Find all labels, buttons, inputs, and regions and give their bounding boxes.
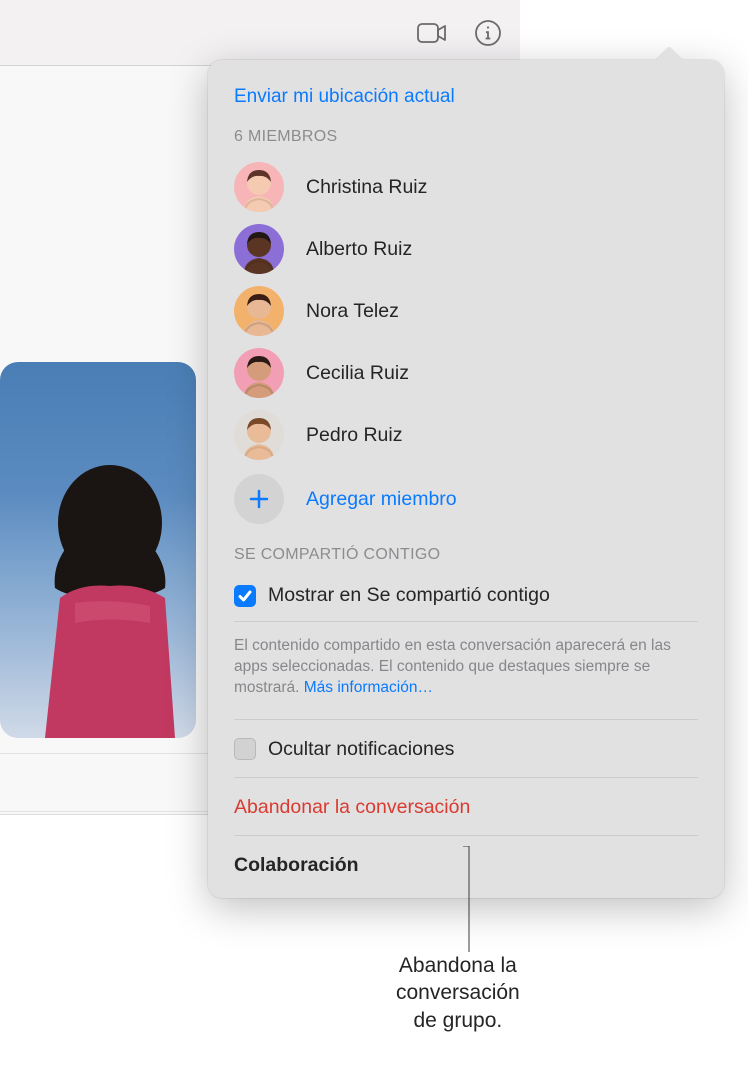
members-header: 6 MIEMBROS xyxy=(234,128,698,156)
add-member-button[interactable]: Agregar miembro xyxy=(234,466,698,538)
share-location-link[interactable]: Enviar mi ubicación actual xyxy=(234,78,698,128)
chat-toolbar xyxy=(0,0,520,66)
avatar xyxy=(234,410,284,460)
member-row[interactable]: Nora Telez xyxy=(234,280,698,342)
member-name: Cecilia Ruiz xyxy=(306,362,409,385)
callout-text: Abandona laconversaciónde grupo. xyxy=(396,954,520,1032)
member-row[interactable]: Cecilia Ruiz xyxy=(234,342,698,404)
show-in-shared-row[interactable]: Mostrar en Se compartió contigo xyxy=(234,574,698,622)
shared-description: El contenido compartido en esta conversa… xyxy=(234,622,698,719)
info-icon[interactable] xyxy=(472,17,504,49)
show-in-shared-checkbox[interactable] xyxy=(234,585,256,607)
collaboration-row[interactable]: Colaboración xyxy=(234,836,698,895)
add-member-label: Agregar miembro xyxy=(306,488,457,511)
leave-conversation-button[interactable]: Abandonar la conversación xyxy=(234,796,470,818)
shared-desc-text: El contenido compartido en esta conversa… xyxy=(234,637,671,696)
divider xyxy=(0,753,228,754)
member-row[interactable]: Pedro Ruiz xyxy=(234,404,698,466)
show-in-shared-label: Mostrar en Se compartió contigo xyxy=(268,584,550,607)
member-name: Alberto Ruiz xyxy=(306,238,412,261)
member-name: Pedro Ruiz xyxy=(306,424,402,447)
member-row[interactable]: Alberto Ruiz xyxy=(234,218,698,280)
plus-icon xyxy=(234,474,284,524)
avatar xyxy=(234,286,284,336)
divider xyxy=(0,811,228,812)
collaboration-label: Colaboración xyxy=(234,854,359,876)
chat-image-thumbnail xyxy=(0,362,196,738)
shared-header: SE COMPARTIÓ CONTIGO xyxy=(234,546,698,574)
member-name: Nora Telez xyxy=(306,300,399,323)
details-popover: Enviar mi ubicación actual 6 MIEMBROS Ch… xyxy=(208,60,724,898)
callout-annotation: Abandona laconversaciónde grupo. xyxy=(396,952,520,1034)
hide-notifications-row[interactable]: Ocultar notificaciones xyxy=(234,719,698,778)
avatar xyxy=(234,348,284,398)
member-name: Christina Ruiz xyxy=(306,176,427,199)
video-call-icon[interactable] xyxy=(416,17,448,49)
avatar xyxy=(234,162,284,212)
member-row[interactable]: Christina Ruiz xyxy=(234,156,698,218)
more-info-link[interactable]: Más información… xyxy=(304,679,433,696)
hide-notifications-label: Ocultar notificaciones xyxy=(268,738,454,761)
leave-conversation-row: Abandonar la conversación xyxy=(234,778,698,836)
avatar xyxy=(234,224,284,274)
hide-notifications-checkbox[interactable] xyxy=(234,738,256,760)
silhouette-icon xyxy=(30,428,190,738)
popover-arrow xyxy=(656,47,682,61)
